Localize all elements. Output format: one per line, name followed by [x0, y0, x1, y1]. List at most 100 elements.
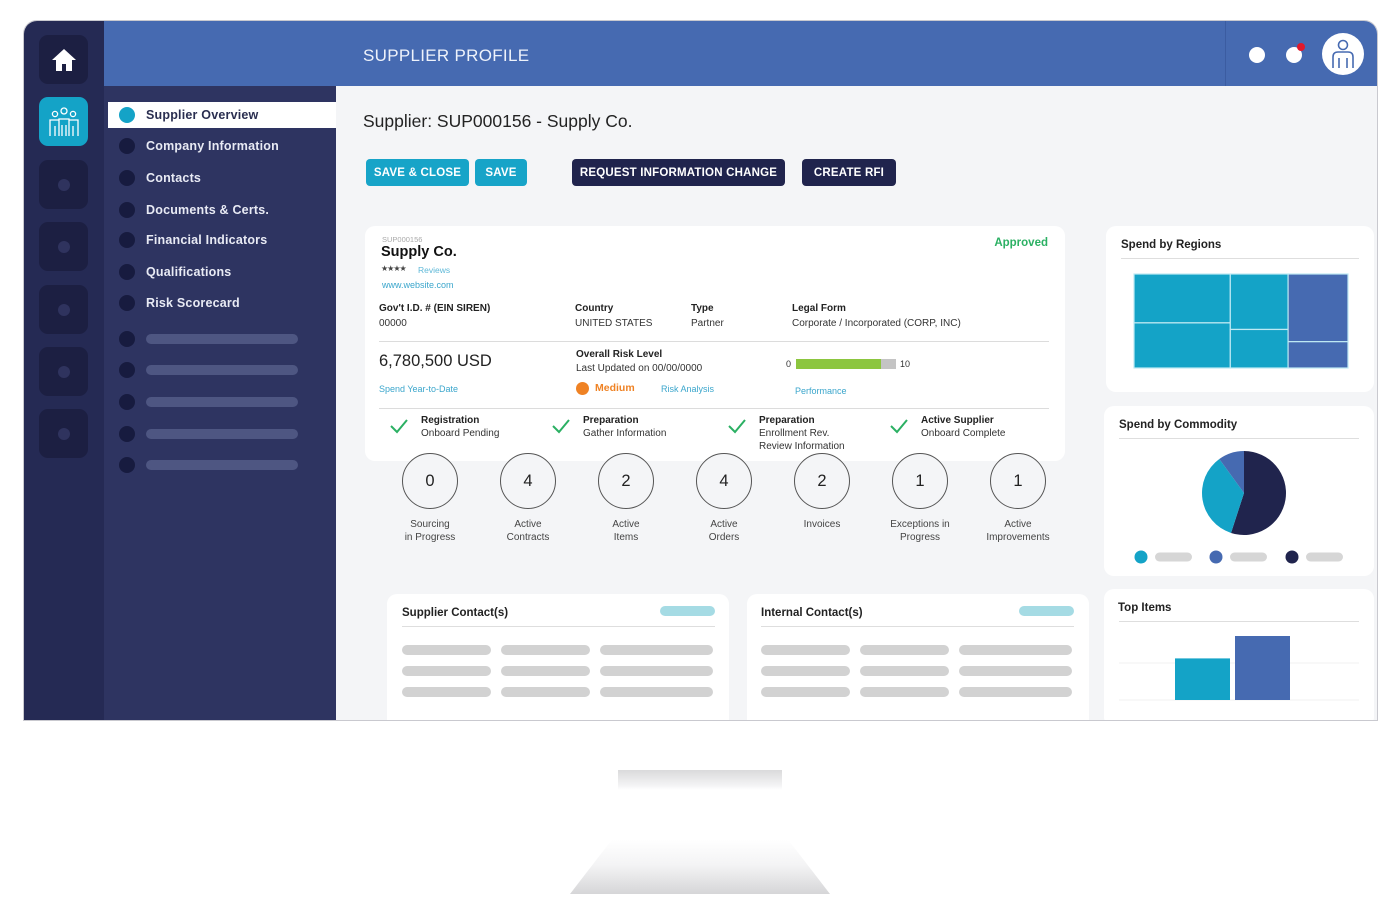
- user-avatar-icon: [1332, 39, 1354, 68]
- nav-label: Supplier Overview: [146, 108, 259, 122]
- nav-bullet-icon: [119, 457, 135, 473]
- kpi-invoices[interactable]: 2 Invoices: [767, 453, 877, 531]
- nav-item-placeholder[interactable]: [108, 357, 336, 383]
- user-avatar-button[interactable]: [1322, 33, 1364, 75]
- kpi-label: Active: [612, 519, 640, 530]
- nav-placeholder-bar: [146, 397, 298, 407]
- legend-label-placeholder: [1230, 552, 1267, 562]
- placeholder-bar: [761, 666, 850, 676]
- rail-button-7[interactable]: [39, 409, 88, 458]
- risk-analysis-link[interactable]: Risk Analysis: [661, 384, 714, 394]
- onboarding-step: Registration Onboard Pending: [389, 414, 499, 440]
- nav-label: Company Information: [146, 139, 279, 153]
- rail-home-button[interactable]: [39, 35, 88, 84]
- kpi-active-improvements[interactable]: 1 Active Improvements: [963, 453, 1073, 544]
- suppliers-group-icon: [48, 106, 79, 136]
- divider: [402, 626, 715, 627]
- treemap-cell: [1287, 273, 1349, 343]
- rail-button-6[interactable]: [39, 347, 88, 396]
- rail-button-5[interactable]: [39, 285, 88, 334]
- risk-indicator-icon: [576, 382, 589, 395]
- status-dot-icon[interactable]: [1249, 47, 1265, 63]
- add-supplier-contact-button[interactable]: [660, 606, 715, 616]
- kpi-active-orders[interactable]: 4 Active Orders: [669, 453, 779, 544]
- home-icon: [51, 48, 76, 71]
- save-button[interactable]: SAVE: [475, 159, 527, 186]
- monitor-stand-base: [570, 840, 830, 894]
- nav-item-contacts[interactable]: Contacts: [108, 165, 336, 191]
- kpi-label: Invoices: [803, 519, 841, 530]
- request-info-change-button[interactable]: REQUEST INFORMATION CHANGE: [572, 159, 785, 186]
- add-internal-contact-button[interactable]: [1019, 606, 1074, 616]
- checkmark-icon: [890, 419, 908, 434]
- save-close-button[interactable]: SAVE & CLOSE: [366, 159, 469, 186]
- placeholder-icon: [57, 303, 70, 316]
- bar: [1235, 636, 1290, 700]
- nav-item-placeholder[interactable]: [108, 452, 336, 478]
- placeholder-bar: [860, 645, 949, 655]
- placeholder-bar: [501, 666, 590, 676]
- onboarding-step: Active Supplier Onboard Complete: [889, 414, 1006, 440]
- status-badge: Approved: [994, 237, 1048, 249]
- kpi-label: Contracts: [506, 532, 550, 543]
- spend-by-regions-widget: Spend by Regions: [1106, 226, 1374, 392]
- kpi-label: Orders: [708, 532, 740, 543]
- divider: [379, 341, 1049, 342]
- nav-label: Documents & Certs.: [146, 203, 270, 217]
- placeholder-bar: [402, 645, 491, 655]
- kpi-sourcing-in-progress[interactable]: 0 Sourcing in Progress: [375, 453, 485, 544]
- nav-bullet-icon: [119, 170, 135, 186]
- step-desc: Onboard Pending: [421, 428, 500, 439]
- nav-bullet-icon: [119, 331, 135, 347]
- legend-swatch: [1209, 550, 1223, 564]
- nav-item-financial-indicators[interactable]: Financial Indicators: [108, 227, 336, 253]
- country-label: Country: [575, 303, 614, 314]
- rail-button-3[interactable]: [39, 160, 88, 209]
- placeholder-bar: [402, 687, 491, 697]
- gov-id-label: Gov't I.D. # (EIN SIREN): [379, 303, 491, 314]
- legend-swatch: [1134, 550, 1148, 564]
- nav-item-supplier-overview[interactable]: Supplier Overview: [108, 102, 336, 128]
- legend-label-placeholder: [1306, 552, 1343, 562]
- nav-item-placeholder[interactable]: [108, 389, 336, 415]
- create-rfi-button[interactable]: CREATE RFI: [802, 159, 896, 186]
- treemap-cell: [1287, 341, 1349, 369]
- nav-item-documents-certs[interactable]: Documents & Certs.: [108, 197, 336, 223]
- reviews-link[interactable]: Reviews: [418, 265, 450, 275]
- placeholder-bar: [959, 687, 1072, 697]
- legal-form-value: Corporate / Incorporated (CORP, INC): [792, 318, 961, 329]
- supplier-contacts-card: Supplier Contact(s): [387, 594, 729, 720]
- onboarding-step: Preparation Gather Information: [551, 414, 666, 440]
- placeholder-bar: [959, 666, 1072, 676]
- performance-link[interactable]: Performance: [795, 386, 847, 396]
- kpi-active-contracts[interactable]: 4 Active Contracts: [473, 453, 583, 544]
- placeholder-icon: [57, 178, 70, 191]
- risk-last-updated: Last Updated on 00/00/0000: [576, 363, 703, 374]
- nav-item-risk-scorecard[interactable]: Risk Scorecard: [108, 290, 336, 316]
- kpi-exceptions-in-progress[interactable]: 1 Exceptions in Progress: [865, 453, 975, 544]
- placeholder-bar: [600, 687, 713, 697]
- regions-treemap: [1133, 273, 1349, 369]
- kpi-active-items[interactable]: 2 Active Items: [571, 453, 681, 544]
- website-link[interactable]: www.website.com: [382, 280, 454, 290]
- nav-item-placeholder[interactable]: [108, 421, 336, 447]
- nav-bullet-icon: [119, 264, 135, 280]
- placeholder-bar: [860, 687, 949, 697]
- monitor-stand-neck: [618, 770, 782, 790]
- nav-item-qualifications[interactable]: Qualifications: [108, 259, 336, 285]
- nav-bullet-icon: [119, 426, 135, 442]
- kpi-label: Sourcing: [410, 519, 450, 530]
- nav-placeholder-bar: [146, 460, 298, 470]
- rating-stars-icon: ★★★★: [381, 264, 407, 273]
- rail-button-4[interactable]: [39, 222, 88, 271]
- nav-label: Contacts: [146, 171, 202, 185]
- nav-item-company-information[interactable]: Company Information: [108, 133, 336, 159]
- internal-contacts-title: Internal Contact(s): [761, 607, 863, 619]
- kpi-value: 2: [598, 453, 654, 509]
- spend-ytd-link[interactable]: Spend Year-to-Date: [379, 384, 458, 394]
- onboarding-step: Preparation Enrollment Rev. Review Infor…: [727, 414, 845, 453]
- nav-item-placeholder[interactable]: [108, 326, 336, 352]
- performance-bar-fill: [796, 359, 881, 369]
- rail-suppliers-button[interactable]: [39, 97, 88, 146]
- placeholder-icon: [57, 427, 70, 440]
